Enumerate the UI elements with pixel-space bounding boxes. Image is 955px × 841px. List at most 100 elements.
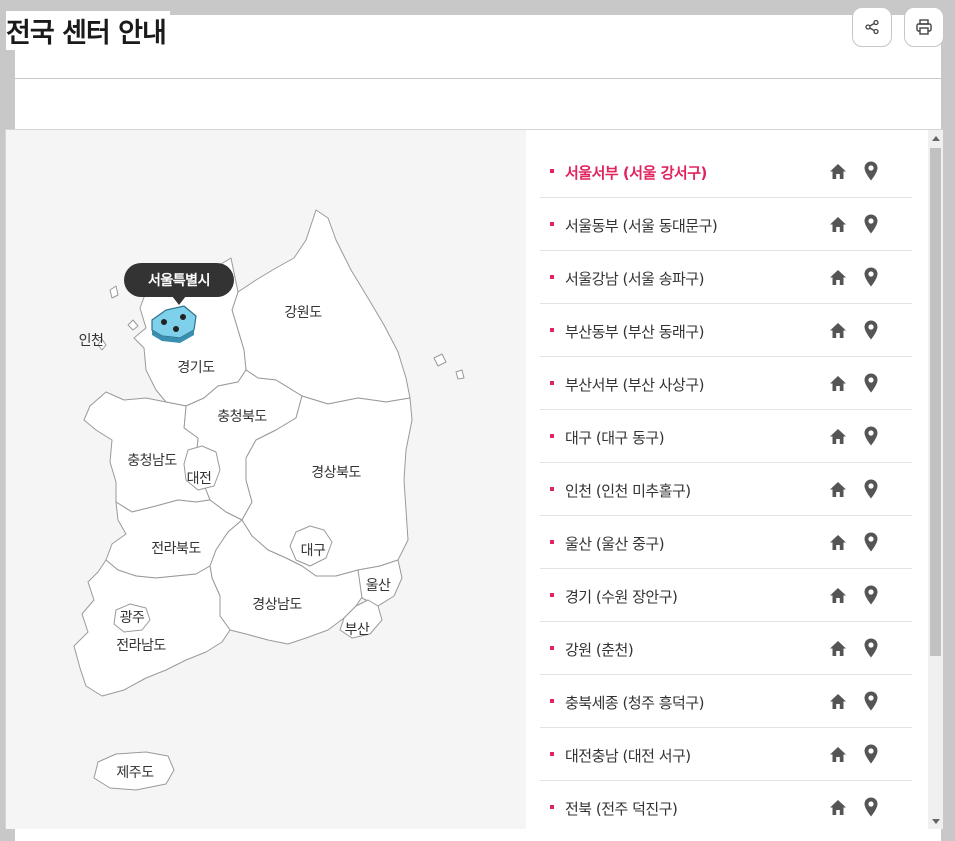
scrollbar[interactable]: [928, 130, 943, 829]
home-icon[interactable]: [829, 534, 847, 551]
map-tooltip-arrow: [172, 296, 186, 305]
home-icon[interactable]: [829, 587, 847, 604]
map-pin-icon[interactable]: [864, 532, 878, 552]
center-name-link[interactable]: 부산동부 (부산 동래구): [565, 321, 704, 342]
island: [127, 319, 139, 331]
map-pin-icon[interactable]: [864, 691, 878, 711]
center-name-link[interactable]: 서울서부 (서울 강서구): [565, 162, 707, 183]
home-icon[interactable]: [829, 799, 847, 816]
print-icon: [916, 19, 932, 35]
center-name-link[interactable]: 대구 (대구 동구): [565, 427, 665, 448]
bullet-icon: [550, 169, 554, 173]
label-jeonnam: 전라남도: [116, 638, 166, 654]
korea-map-panel: 인천 경기도 강원도 충청북도 충청남도 대전 경상북도 대구 전라북도 울산 …: [6, 130, 526, 829]
map-pin-icon[interactable]: [864, 797, 878, 817]
bullet-icon: [550, 540, 554, 544]
map-pin-icon[interactable]: [864, 373, 878, 393]
seoul-center-dot[interactable]: [161, 319, 167, 325]
map-pin-icon[interactable]: [864, 320, 878, 340]
share-icon: [865, 19, 879, 35]
center-item[interactable]: 강원 (춘천): [540, 622, 912, 675]
bullet-icon: [550, 593, 554, 597]
label-gwangju: 광주: [119, 610, 145, 626]
center-list: 서울서부 (서울 강서구) 서울동부 (서울 동대문구) 서울강남 (서울 송파구)…: [526, 130, 926, 829]
label-daejeon: 대전: [186, 471, 212, 487]
map-pin-icon[interactable]: [864, 638, 878, 658]
map-pin-icon[interactable]: [864, 214, 878, 234]
map-pin-icon[interactable]: [864, 161, 878, 181]
map-pin-icon[interactable]: [864, 744, 878, 764]
center-item[interactable]: 전북 (전주 덕진구): [540, 781, 912, 829]
label-daegu: 대구: [300, 543, 326, 559]
center-item[interactable]: 대전충남 (대전 서구): [540, 728, 912, 781]
map-pin-icon[interactable]: [864, 585, 878, 605]
label-gangwon: 강원도: [284, 305, 322, 321]
label-jeonbuk: 전라북도: [151, 541, 201, 557]
bullet-icon: [550, 699, 554, 703]
center-name-link[interactable]: 서울강남 (서울 송파구): [565, 268, 704, 289]
center-name-link[interactable]: 대전충남 (대전 서구): [565, 745, 691, 766]
header-divider: [5, 78, 943, 79]
center-name-link[interactable]: 강원 (춘천): [565, 639, 634, 660]
bullet-icon: [550, 275, 554, 279]
label-chungnam: 충청남도: [127, 453, 177, 469]
center-item[interactable]: 서울서부 (서울 강서구): [540, 145, 912, 198]
scroll-down-arrow[interactable]: [932, 819, 940, 824]
map-pin-icon[interactable]: [864, 479, 878, 499]
label-ulsan: 울산: [365, 578, 391, 594]
center-name-link[interactable]: 인천 (인천 미추홀구): [565, 480, 691, 501]
home-icon[interactable]: [829, 375, 847, 392]
center-name-link[interactable]: 부산서부 (부산 사상구): [565, 374, 704, 395]
home-icon[interactable]: [829, 640, 847, 657]
center-item[interactable]: 부산동부 (부산 동래구): [540, 304, 912, 357]
home-icon[interactable]: [829, 428, 847, 445]
bullet-icon: [550, 752, 554, 756]
home-icon[interactable]: [829, 163, 847, 180]
center-name-link[interactable]: 울산 (울산 중구): [565, 533, 665, 554]
label-incheon: 인천: [78, 333, 104, 349]
home-icon[interactable]: [829, 322, 847, 339]
home-icon[interactable]: [829, 481, 847, 498]
label-busan: 부산: [344, 622, 370, 638]
label-jeju: 제주도: [116, 765, 154, 781]
center-name-link[interactable]: 서울동부 (서울 동대문구): [565, 215, 718, 236]
bullet-icon: [550, 487, 554, 491]
page-title: 전국 센터 안내: [6, 11, 170, 50]
map-tooltip: 서울특별시: [124, 263, 234, 297]
map-pin-icon[interactable]: [864, 426, 878, 446]
korea-map: [73, 209, 465, 791]
center-item[interactable]: 울산 (울산 중구): [540, 516, 912, 569]
home-icon[interactable]: [829, 693, 847, 710]
seoul-center-dot[interactable]: [180, 314, 186, 320]
seoul-center-dot[interactable]: [173, 326, 179, 332]
center-item[interactable]: 서울강남 (서울 송파구): [540, 251, 912, 304]
center-name-link[interactable]: 경기 (수원 장안구): [565, 586, 678, 607]
page: 전국 센터 안내 인천 경기도 강원도 충청북도 충청남도 대전 경상북도 대구…: [0, 0, 955, 841]
center-item[interactable]: 충북세종 (청주 흥덕구): [540, 675, 912, 728]
region-jeonnam[interactable]: [73, 559, 231, 697]
home-icon[interactable]: [829, 746, 847, 763]
home-icon[interactable]: [829, 216, 847, 233]
print-button[interactable]: [904, 7, 944, 47]
map-pin-icon[interactable]: [864, 267, 878, 287]
scroll-up-arrow[interactable]: [932, 136, 940, 141]
center-name-link[interactable]: 전북 (전주 덕진구): [565, 798, 678, 819]
center-name-link[interactable]: 충북세종 (청주 흥덕구): [565, 692, 704, 713]
center-item[interactable]: 부산서부 (부산 사상구): [540, 357, 912, 410]
island: [433, 353, 447, 367]
island: [109, 285, 119, 299]
share-button[interactable]: [852, 7, 892, 47]
center-finder: 인천 경기도 강원도 충청북도 충청남도 대전 경상북도 대구 전라북도 울산 …: [5, 129, 943, 829]
bullet-icon: [550, 328, 554, 332]
center-item[interactable]: 대구 (대구 동구): [540, 410, 912, 463]
home-icon[interactable]: [829, 269, 847, 286]
bullet-icon: [550, 381, 554, 385]
center-item[interactable]: 경기 (수원 장안구): [540, 569, 912, 622]
bullet-icon: [550, 805, 554, 809]
center-item[interactable]: 서울동부 (서울 동대문구): [540, 198, 912, 251]
center-item[interactable]: 인천 (인천 미추홀구): [540, 463, 912, 516]
label-gyeonggi: 경기도: [177, 360, 215, 376]
label-gyeongbuk: 경상북도: [311, 465, 361, 481]
bullet-icon: [550, 222, 554, 226]
scroll-thumb[interactable]: [930, 148, 941, 656]
